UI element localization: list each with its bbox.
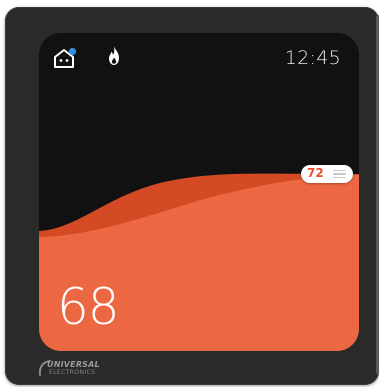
brand-logo: UNIVERSAL ELECTRONICS [38,358,118,380]
thermostat-screen[interactable]: 12:45 72 68 [39,33,359,351]
brand-name: UNIVERSAL [47,360,100,369]
home-status-dot [68,47,76,56]
status-bar: 12:45 [39,33,359,81]
home-robot-icon[interactable] [52,46,76,70]
thermostat-panel: 12:45 72 68 UNIVERSAL ELECTRONICS [0,0,379,387]
brand-subname: ELECTRONICS [49,369,96,376]
drag-grip-icon [333,170,346,179]
current-temperature: 68 [57,278,120,336]
setpoint-temperature: 72 [307,166,324,180]
setpoint-handle[interactable]: 72 [301,165,353,183]
flame-icon [109,46,119,65]
clock-time: 12:45 [284,47,341,69]
